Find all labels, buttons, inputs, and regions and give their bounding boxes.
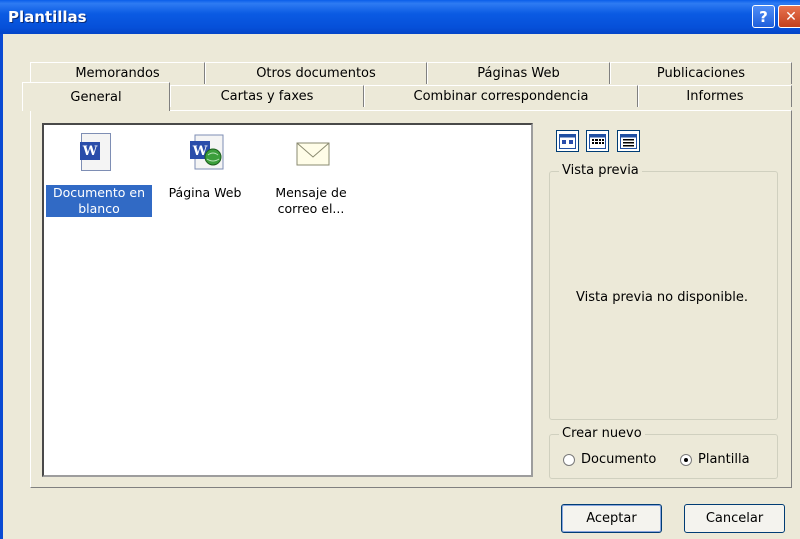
- title-bar[interactable]: Plantillas ? ✕: [0, 0, 800, 34]
- tab-label: General: [70, 89, 122, 105]
- tab-combinar-correspondencia[interactable]: Combinar correspondencia: [364, 85, 638, 107]
- cancel-button-label: Cancelar: [705, 511, 764, 526]
- template-label: Página Web: [168, 185, 242, 200]
- radio-button[interactable]: [680, 453, 692, 466]
- radio-label: Documento: [581, 452, 657, 467]
- radio-button[interactable]: [563, 453, 575, 466]
- close-button[interactable]: ✕: [778, 5, 800, 28]
- tab-label: Otros documentos: [256, 66, 376, 81]
- large-icons-view-button[interactable]: [556, 130, 579, 152]
- template-list[interactable]: W Documento en blanco W Página Web Mensa…: [42, 123, 533, 477]
- preview-message: Vista previa no disponible.: [576, 290, 748, 305]
- radio-documento[interactable]: Documento: [563, 452, 656, 467]
- tab-label: Páginas Web: [477, 66, 560, 81]
- window-frame: [0, 34, 3, 539]
- tab-general[interactable]: General: [22, 82, 170, 111]
- details-view-icon: [620, 133, 637, 149]
- help-icon: ?: [759, 7, 768, 26]
- tab-memorandos[interactable]: Memorandos: [30, 62, 205, 84]
- web-page-icon: W: [187, 133, 224, 173]
- tab-informes[interactable]: Informes: [638, 85, 792, 107]
- tab-label: Cartas y faxes: [220, 89, 314, 104]
- preview-group-label: Vista previa: [559, 163, 642, 178]
- list-view-icon: [589, 133, 606, 149]
- help-button[interactable]: ?: [752, 5, 775, 28]
- template-label: Documento en blanco: [46, 185, 152, 217]
- list-view-button[interactable]: [586, 130, 609, 152]
- details-view-button[interactable]: [617, 130, 640, 152]
- large-icons-view-icon: [559, 133, 576, 149]
- close-icon: ✕: [785, 8, 797, 25]
- tab-paginas-web[interactable]: Páginas Web: [427, 62, 610, 84]
- cancel-button[interactable]: Cancelar: [684, 504, 785, 533]
- template-label: Mensaje de correo el...: [275, 185, 347, 216]
- accept-button[interactable]: Aceptar: [561, 504, 662, 533]
- tab-publicaciones[interactable]: Publicaciones: [610, 62, 792, 84]
- accept-button-label: Aceptar: [586, 511, 637, 526]
- tab-cartas-y-faxes[interactable]: Cartas y faxes: [170, 85, 364, 107]
- blank-document-icon: W: [80, 133, 117, 173]
- window-title: Plantillas: [8, 8, 87, 26]
- email-message-icon: [293, 133, 330, 173]
- tab-otros-documentos[interactable]: Otros documentos: [205, 62, 427, 84]
- create-new-group-label: Crear nuevo: [559, 426, 645, 441]
- tab-label: Memorandos: [75, 66, 160, 81]
- tab-label: Publicaciones: [656, 66, 746, 81]
- tab-label: Combinar correspondencia: [413, 89, 589, 104]
- radio-plantilla[interactable]: Plantilla: [680, 452, 750, 467]
- radio-label: Plantilla: [698, 452, 750, 467]
- tab-label: Informes: [686, 89, 744, 104]
